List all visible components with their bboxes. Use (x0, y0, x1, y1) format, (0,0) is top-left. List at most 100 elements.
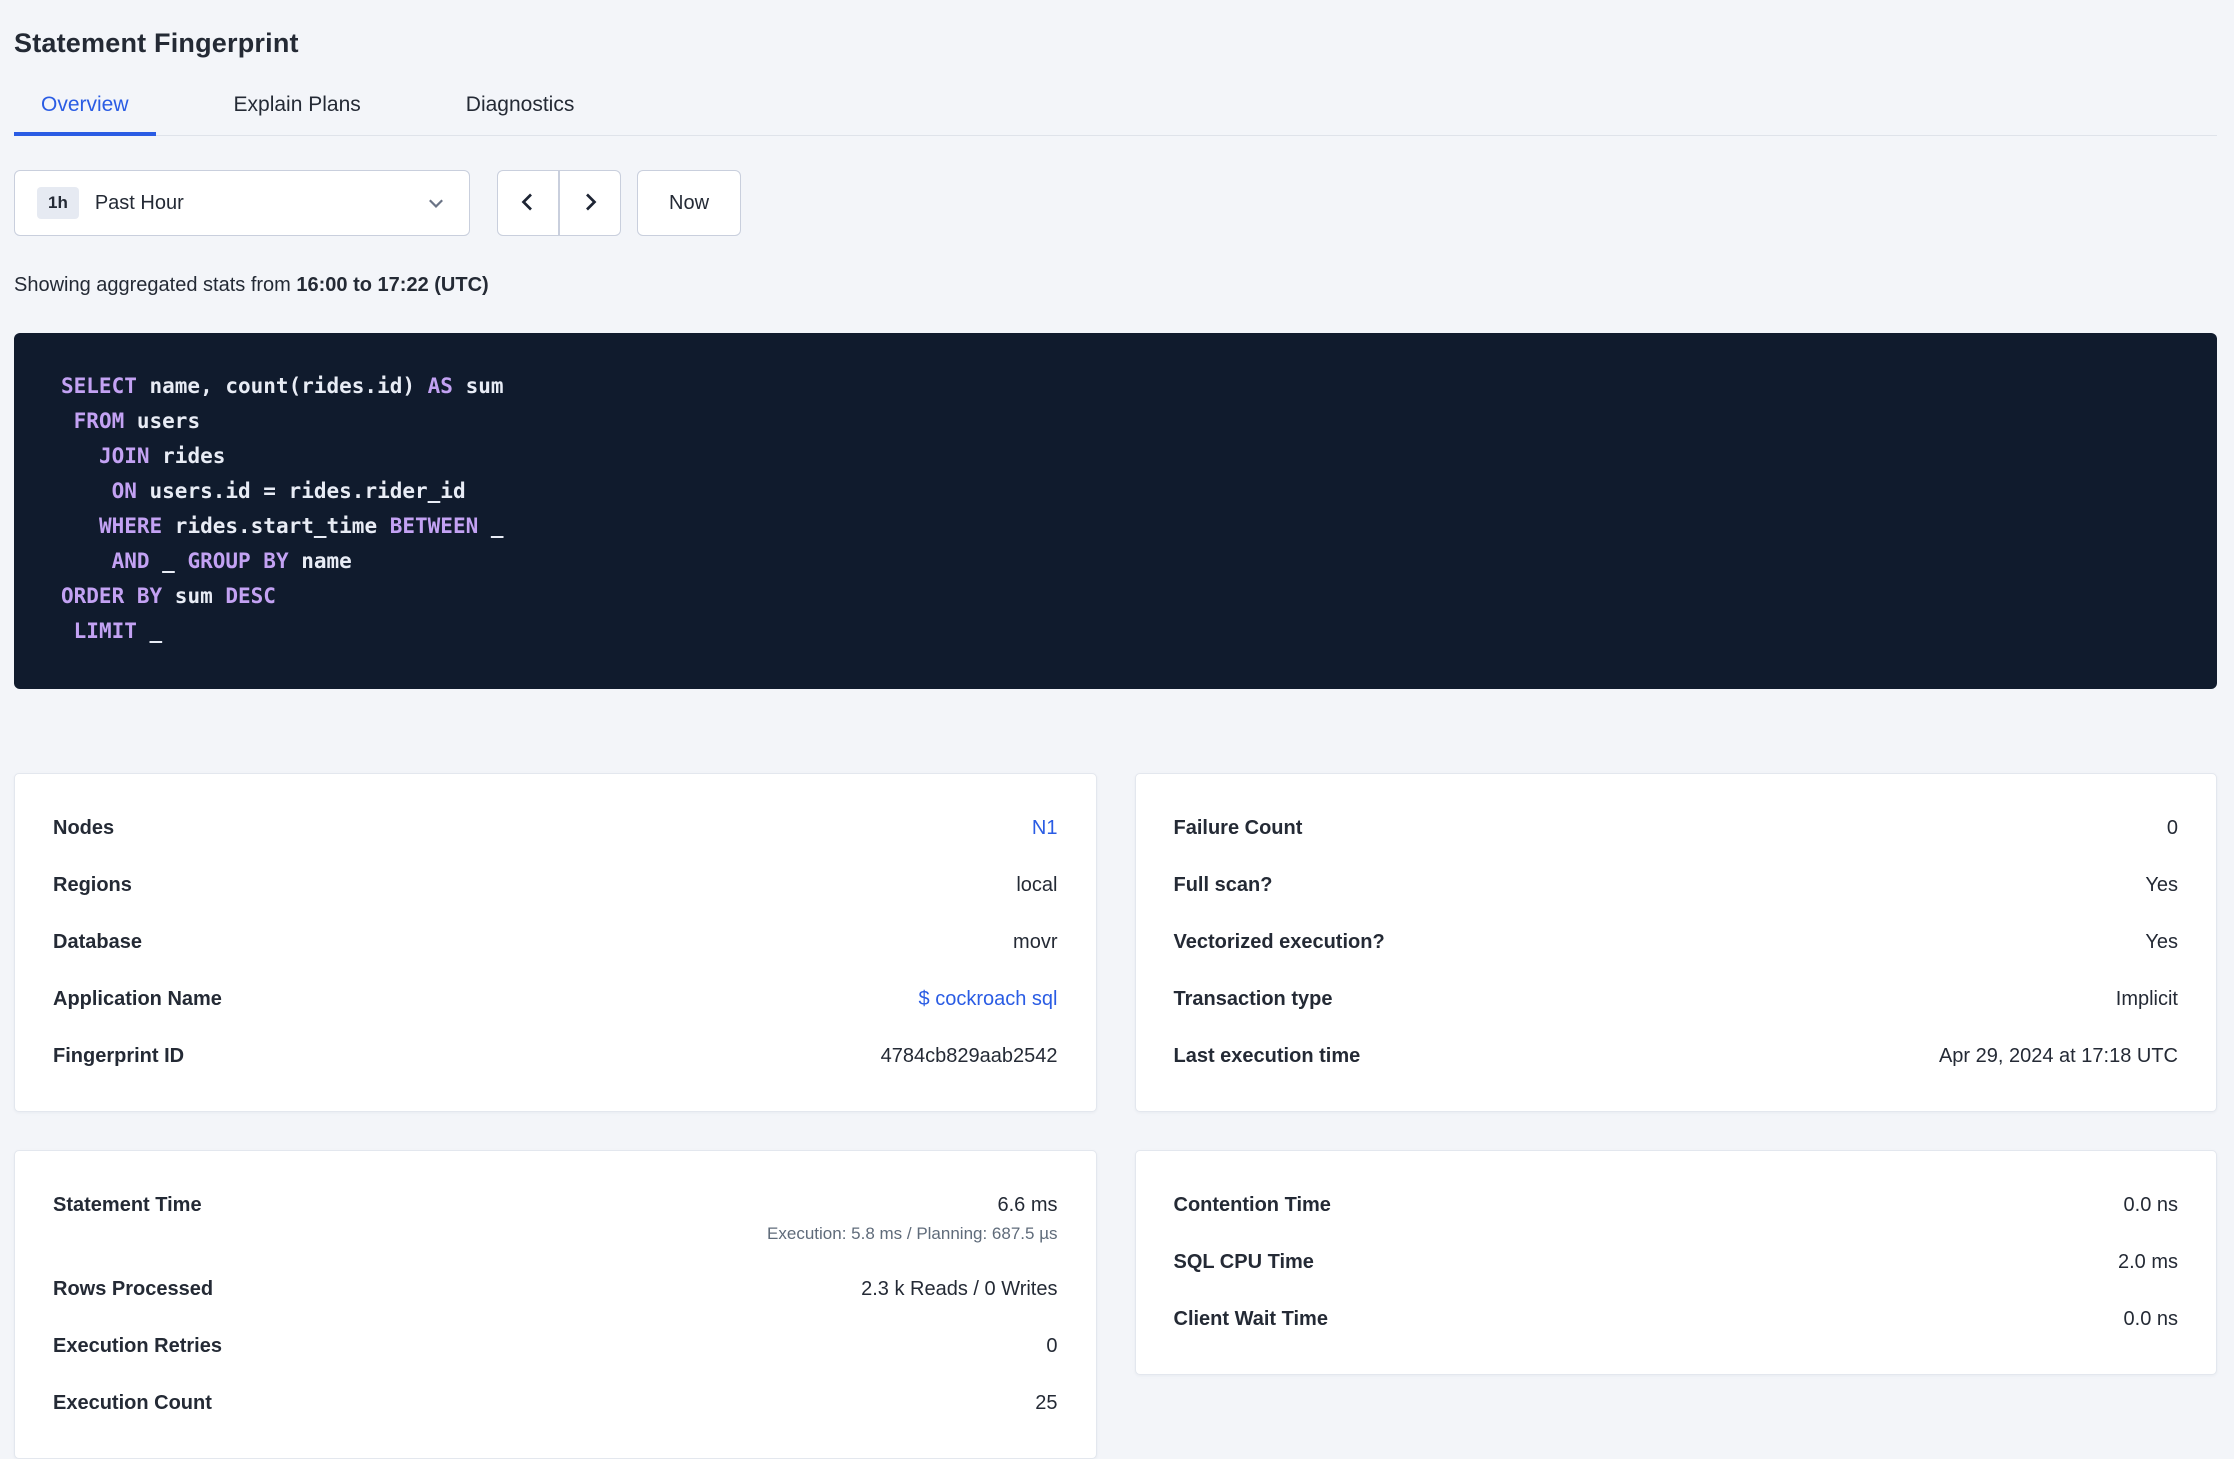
stat-label: Full scan? (1173, 874, 1273, 896)
stat-value: 4784cb829aab2542 (880, 1045, 1058, 1067)
stat-value: 0 (1046, 1335, 1058, 1357)
stat-value-wrap: N1 (1032, 817, 1058, 840)
stat-value: movr (1013, 931, 1058, 953)
time-controls: 1h Past Hour Now (14, 170, 2217, 236)
card-execution-attributes: Failure Count 0 Full scan? Yes Vectorized ex… (1134, 773, 2217, 1112)
stat-label: Database (53, 931, 142, 953)
stat-label: Nodes (53, 817, 115, 839)
statement-fingerprint-page: Statement Fingerprint Overview Explain Pl… (0, 0, 2234, 1459)
stat-row: Execution Retries 0 (53, 1318, 1058, 1375)
stat-label: Application Name (53, 988, 222, 1010)
stat-value: Apr 29, 2024 at 17:18 UTC (1938, 1045, 2178, 1067)
summary-prefix: Showing aggregated stats from (14, 274, 291, 296)
stat-label: SQL CPU Time (1173, 1251, 1314, 1273)
stat-value-wrap: local (1016, 874, 1057, 897)
sql-line: JOIN rides (98, 444, 226, 468)
stat-value-link[interactable]: N1 (1032, 817, 1058, 840)
stat-subtext: Execution: 5.8 ms / Planning: 687.5 µs (767, 1224, 1058, 1243)
sql-line: WHERE rides.start_time BETWEEN _ (98, 514, 504, 538)
stat-label: Last execution time (1173, 1045, 1361, 1067)
stat-value-wrap: 6.6 ms Execution: 5.8 ms / Planning: 687.… (767, 1194, 1057, 1244)
aggregated-stats-summary: Showing aggregated stats from 16:00 to 1… (14, 274, 2217, 297)
sql-line: AND _ GROUP BY name (111, 549, 352, 573)
stat-value-wrap: $ cockroach sql (919, 988, 1058, 1011)
stat-row: Vectorized execution? Yes (1174, 914, 2179, 971)
stat-value-wrap: 4784cb829aab2542 (881, 1045, 1058, 1068)
page-title: Statement Fingerprint (14, 28, 299, 58)
summary-range: 16:00 to 17:22 (UTC) (296, 274, 489, 296)
stat-value-wrap: 0.0 ns (2124, 1194, 2178, 1217)
stat-label: Execution Count (53, 1392, 212, 1414)
stat-value-wrap: Yes (2145, 874, 2178, 897)
stat-row: Transaction type Implicit (1174, 971, 2179, 1028)
stat-value-wrap: 2.3 k Reads / 0 Writes (861, 1278, 1057, 1301)
stat-row: Application Name $ cockroach sql (53, 971, 1058, 1028)
chevron-right-icon (578, 190, 602, 217)
stat-value: 0 (2166, 817, 2178, 839)
next-range-button[interactable] (559, 170, 621, 236)
stat-label: Fingerprint ID (53, 1045, 185, 1067)
sql-line: LIMIT _ (73, 619, 163, 643)
stat-value-wrap: Implicit (2116, 988, 2178, 1011)
stat-row: SQL CPU Time 2.0 ms (1174, 1234, 2179, 1291)
tab-explain-plans[interactable]: Explain Plans (207, 75, 388, 136)
stat-value-wrap: 0 (1046, 1335, 1057, 1358)
stat-row: Failure Count 0 (1174, 800, 2179, 857)
time-range-select[interactable]: 1h Past Hour (14, 170, 470, 236)
stat-row: Database movr (53, 914, 1058, 971)
stat-value: Implicit (2115, 988, 2178, 1010)
stats-cards-grid: Nodes N1 Regions local Database movr Applicati… (14, 773, 2217, 1459)
stat-value-wrap: movr (1013, 931, 1057, 954)
stat-value: 0.0 ns (2123, 1194, 2178, 1216)
stat-row: Fingerprint ID 4784cb829aab2542 (53, 1028, 1058, 1085)
stat-row: Contention Time 0.0 ns (1174, 1177, 2179, 1234)
stat-row: Last execution time Apr 29, 2024 at 17:18… (1174, 1028, 2179, 1085)
sql-line: ON users.id = rides.rider_id (111, 479, 466, 503)
stat-value: 2.0 ms (2117, 1251, 2178, 1273)
sql-line: FROM users (73, 409, 201, 433)
stat-label: Rows Processed (53, 1278, 214, 1300)
stat-value: Yes (2145, 931, 2178, 953)
sql-line: ORDER BY sum DESC (61, 584, 276, 608)
stat-label: Statement Time (53, 1194, 202, 1216)
stat-row: Regions local (53, 857, 1058, 914)
chevron-down-icon (425, 192, 447, 214)
stat-value: 0.0 ns (2123, 1308, 2178, 1330)
stat-row: Nodes N1 (53, 800, 1058, 857)
stat-value: 2.3 k Reads / 0 Writes (861, 1278, 1058, 1300)
stat-label: Contention Time (1173, 1194, 1331, 1216)
stat-value-wrap: Apr 29, 2024 at 17:18 UTC (1939, 1045, 2178, 1068)
sql-statement-block: SELECT name, count(rides.id) AS sum FROM… (14, 333, 2217, 689)
tab-bar: Overview Explain Plans Diagnostics (14, 75, 2217, 136)
sql-line: SELECT name, count(rides.id) AS sum (61, 374, 504, 398)
tab-diagnostics[interactable]: Diagnostics (439, 75, 602, 136)
chevron-left-icon (516, 190, 540, 217)
range-step-buttons (497, 170, 621, 236)
stat-row: Statement Time 6.6 ms Execution: 5.8 ms / … (53, 1177, 1058, 1261)
time-range-label: Past Hour (94, 191, 184, 214)
stat-row: Rows Processed 2.3 k Reads / 0 Writes (53, 1261, 1058, 1318)
stat-value-link[interactable]: $ cockroach sql (919, 988, 1058, 1011)
stat-label: Regions (53, 874, 132, 896)
stat-value: 25 (1035, 1392, 1058, 1414)
stat-value: 6.6 ms (997, 1194, 1058, 1216)
stat-value-wrap: 25 (1035, 1392, 1057, 1415)
stat-value-wrap: Yes (2145, 931, 2178, 954)
stat-row: Full scan? Yes (1174, 857, 2179, 914)
stat-value: local (1016, 874, 1058, 896)
stat-label: Vectorized execution? (1173, 931, 1385, 953)
time-range-badge: 1h (37, 187, 79, 219)
card-wait-stats: Contention Time 0.0 ns SQL CPU Time 2.0 ms C… (1134, 1150, 2217, 1375)
stat-value-wrap: 0 (2167, 817, 2178, 840)
stat-row: Execution Count 25 (53, 1375, 1058, 1432)
prev-range-button[interactable] (497, 170, 559, 236)
card-statement-details: Nodes N1 Regions local Database movr Applicati… (14, 773, 1097, 1112)
stat-label: Transaction type (1173, 988, 1333, 1010)
stat-label: Execution Retries (53, 1335, 222, 1357)
stat-value: Yes (2145, 874, 2178, 896)
tab-overview[interactable]: Overview (14, 75, 156, 136)
stat-row: Client Wait Time 0.0 ns (1174, 1291, 2179, 1348)
now-button[interactable]: Now (637, 170, 742, 236)
stat-value-wrap: 0.0 ns (2124, 1308, 2178, 1331)
stat-label: Client Wait Time (1173, 1308, 1328, 1330)
